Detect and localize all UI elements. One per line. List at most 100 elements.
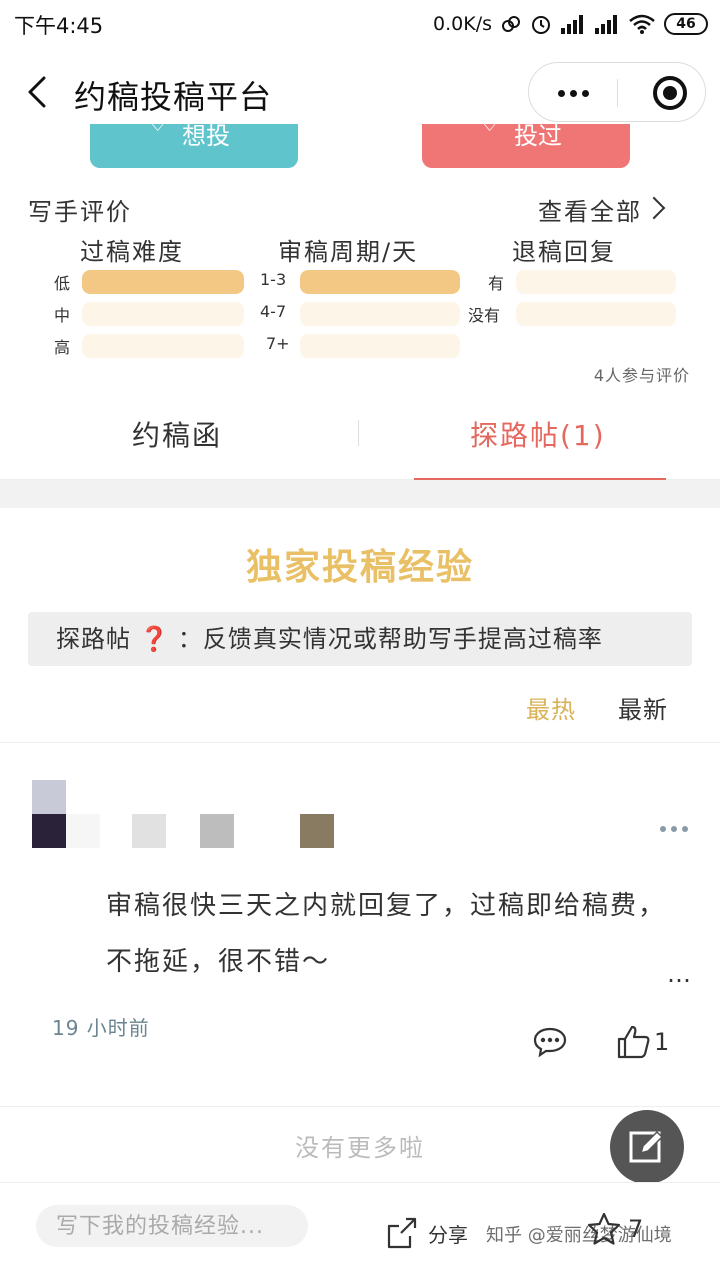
post-time: 19 小时前 xyxy=(52,1016,150,1040)
share-button[interactable]: 分享 xyxy=(386,1213,468,1253)
ratings-header: 写手评价 查看全部 xyxy=(0,192,720,226)
rating-row: 1-3 xyxy=(250,270,470,294)
rating-column-title: 过稿难度 xyxy=(80,238,184,266)
info-prefix: 探路帖 xyxy=(56,625,131,653)
favorite-count: 7 xyxy=(628,1215,644,1243)
info-text: ：反馈真实情况或帮助写手提高过稿率 xyxy=(177,625,603,653)
battery-level: 46 xyxy=(676,16,696,32)
post-more-button[interactable] xyxy=(660,826,688,832)
rating-label: 1-3 xyxy=(260,270,287,289)
back-button[interactable] xyxy=(18,70,58,114)
network-speed: 0.0K/s xyxy=(433,13,492,35)
rating-label: 有 xyxy=(488,274,505,293)
more-options-button[interactable] xyxy=(529,63,617,123)
write-post-button[interactable] xyxy=(610,1110,684,1184)
ratings-title: 写手评价 xyxy=(28,198,132,226)
sort-new-button[interactable]: 最新 xyxy=(618,690,668,725)
section-separator xyxy=(0,480,720,508)
tab-exploration-posts[interactable]: 探路帖(1) xyxy=(470,414,606,454)
battery-icon: 46 xyxy=(664,13,708,35)
dot-icon xyxy=(557,89,565,97)
back-arrow-icon xyxy=(28,76,46,108)
star-icon xyxy=(587,1212,621,1245)
rating-column-difficulty: 过稿难度 低 中 高 xyxy=(0,232,250,362)
dot-icon xyxy=(581,89,589,97)
heart-plus-icon: ♡ xyxy=(146,124,169,138)
share-icon xyxy=(387,1217,417,1249)
rating-label: 低 xyxy=(54,274,71,293)
want-to-submit-label: 想投 xyxy=(182,124,230,150)
dot-icon xyxy=(682,826,688,832)
tab-bar: 约稿函 探路帖(1) xyxy=(0,392,720,481)
status-time: 下午4:45 xyxy=(14,14,104,38)
rating-row: 中 xyxy=(0,302,250,326)
rating-label: 4-7 xyxy=(260,302,287,321)
rating-row: 有 xyxy=(466,270,696,294)
post-content: 审稿很快三天之内就回复了，过稿即给稿费，不拖延，很不错～ xyxy=(106,891,667,977)
submitted-label: 投过 xyxy=(514,124,562,150)
close-miniprogram-button[interactable] xyxy=(653,76,687,110)
rating-bar xyxy=(82,270,244,294)
rating-row: 7+ xyxy=(250,334,470,358)
nav-bar: 约稿投稿平台 xyxy=(0,48,720,136)
pixelated-avatar[interactable] xyxy=(32,780,334,848)
alarm-icon xyxy=(532,16,550,34)
comment-icon xyxy=(533,1027,567,1058)
participants-count: 4人参与评价 xyxy=(593,366,690,385)
expand-ellipsis[interactable]: … xyxy=(667,960,692,988)
rating-bar-fill xyxy=(82,270,244,294)
rating-bar-fill xyxy=(300,270,460,294)
rating-column-title: 退稿回复 xyxy=(512,238,616,266)
sort-divider xyxy=(0,742,720,743)
rating-bar xyxy=(516,270,676,294)
comment-button[interactable] xyxy=(532,1026,568,1058)
section-heading: 独家投稿经验 xyxy=(245,547,474,588)
mini-program-capsule xyxy=(528,62,706,122)
rating-bar xyxy=(300,302,460,326)
sort-hot-button[interactable]: 最热 xyxy=(526,690,576,725)
like-button[interactable] xyxy=(616,1024,652,1060)
bottom-bar: 分享 知乎 @爱丽丝梦游仙境 7 xyxy=(0,1182,720,1280)
favorite-button[interactable]: 7 xyxy=(586,1211,643,1247)
rating-row: 没有 xyxy=(466,302,696,326)
status-indicators: 0.0K/s 46 xyxy=(433,10,708,38)
view-all-label: 查看全部 xyxy=(538,198,642,226)
view-all-button[interactable]: 查看全部 xyxy=(520,192,720,226)
dot-icon xyxy=(671,826,677,832)
rating-label: 7+ xyxy=(266,334,290,353)
chevron-right-icon xyxy=(642,196,666,220)
rating-label: 高 xyxy=(54,338,71,357)
signal-icon xyxy=(561,15,583,34)
rating-bar xyxy=(82,302,244,326)
rating-bar xyxy=(300,334,460,358)
rating-bar xyxy=(82,334,244,358)
info-bar: 探路帖 ❓ ：反馈真实情况或帮助写手提高过稿率 xyxy=(28,612,692,666)
heart-plus-icon: ♡ xyxy=(478,124,501,138)
submitted-button[interactable]: ♡ 投过 xyxy=(422,124,630,168)
like-count: 1 xyxy=(654,1028,670,1056)
watermark-text: 知乎 @爱丽丝梦游仙境 xyxy=(486,1225,672,1246)
rating-row: 低 xyxy=(0,270,250,294)
rating-bar xyxy=(300,270,460,294)
rating-label: 中 xyxy=(54,306,71,325)
tab-divider xyxy=(358,420,359,446)
signal-hd-icon xyxy=(595,15,617,34)
rating-column-rejection-reply: 退稿回复 有 没有 xyxy=(466,232,696,362)
status-bar: 下午4:45 0.0K/s 46 xyxy=(0,0,720,48)
rating-column-title: 审稿周期/天 xyxy=(278,238,419,266)
rating-label: 没有 xyxy=(468,306,501,325)
tab-invitation-letter[interactable]: 约稿函 xyxy=(132,414,222,454)
want-to-submit-button[interactable]: ♡ 想投 xyxy=(90,124,298,168)
rating-bar xyxy=(516,302,676,326)
capsule-divider xyxy=(617,79,618,107)
question-icon[interactable]: ❓ xyxy=(139,625,170,653)
page-title: 约稿投稿平台 xyxy=(74,78,273,116)
edit-icon xyxy=(629,1130,664,1163)
wifi-icon xyxy=(629,14,655,34)
experience-input[interactable] xyxy=(36,1205,308,1247)
dot-icon xyxy=(660,826,666,832)
link-icon xyxy=(502,16,520,32)
dot-icon xyxy=(569,89,577,97)
rating-row: 4-7 xyxy=(250,302,470,326)
thumbs-up-icon xyxy=(617,1025,650,1059)
